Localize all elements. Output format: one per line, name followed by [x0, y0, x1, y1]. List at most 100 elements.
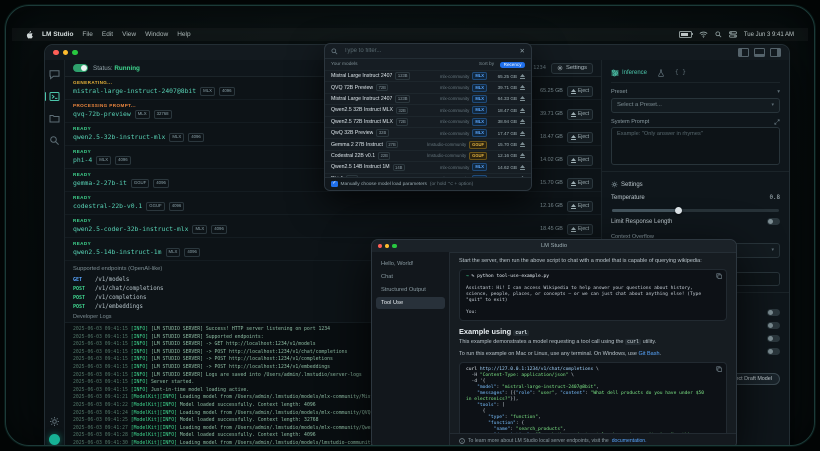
top-k-toggle[interactable]	[767, 322, 780, 329]
picker-model-row[interactable]: Codestral 22B v0.1 22B lmstudio-communit…	[325, 151, 531, 162]
picker-model-row[interactable]: Mistral Large Instruct 2407 123B mlx-com…	[325, 71, 531, 82]
control-center-icon[interactable]	[729, 31, 737, 38]
picker-format-badge: MLX	[472, 163, 487, 171]
eject-model-button[interactable]: Eject	[567, 155, 593, 166]
menu-item[interactable]: Window	[145, 31, 168, 38]
picker-publisher: mlx-community	[440, 85, 470, 90]
picker-eject-icon[interactable]	[520, 96, 525, 101]
lmstudio-home-button[interactable]	[49, 434, 60, 445]
system-prompt-input[interactable]	[611, 127, 780, 165]
my-models-icon[interactable]	[49, 113, 60, 124]
eject-model-button[interactable]: Eject	[567, 224, 593, 235]
picker-format-badge: MLX	[472, 118, 487, 126]
picker-model-size: 14.62 GB	[490, 165, 517, 170]
docs-sidebar-item[interactable]: Structured Output	[376, 284, 445, 296]
temperature-slider[interactable]	[612, 209, 779, 212]
model-format-badge: MLX	[96, 156, 111, 165]
limit-response-toggle[interactable]	[767, 218, 780, 225]
eject-model-button[interactable]: Eject	[567, 178, 593, 189]
model-format-badge: GGUF	[131, 179, 149, 188]
eject-model-button[interactable]: Eject	[567, 132, 593, 143]
model-format-badge: MLX	[166, 248, 181, 257]
model-search-input[interactable]	[342, 47, 516, 55]
menu-item[interactable]: LM Studio	[42, 31, 73, 38]
copy-icon[interactable]	[716, 366, 722, 372]
manual-load-checkbox[interactable]: ✓	[331, 181, 338, 188]
minimize-window-button[interactable]	[63, 50, 69, 56]
picker-params-badge: 123B	[395, 72, 410, 80]
menu-bar: LM Studio File Edit View Window Help Tue Jun …	[12, 28, 808, 41]
picker-model-row[interactable]: Qwen2.5 14B Instruct 1M 14B mlx-communit…	[325, 162, 531, 173]
menu-clock[interactable]: Tue Jun 3 9:41 AM	[744, 32, 794, 38]
battery-icon[interactable]	[679, 31, 692, 39]
zoom-window-button[interactable]	[72, 50, 78, 56]
picker-publisher: mlx-community	[440, 165, 470, 170]
chat-icon[interactable]	[49, 69, 60, 80]
min-p-toggle[interactable]	[767, 335, 780, 342]
model-row[interactable]: READY qwen2.5-coder-32b-instruct-mlx MLX…	[65, 215, 601, 238]
settings-gear-icon[interactable]	[49, 416, 60, 427]
endpoint-method: GET	[73, 277, 90, 283]
menu-item[interactable]: View	[122, 31, 136, 38]
repeat-penalty-toggle[interactable]	[767, 309, 780, 316]
picker-model-row[interactable]: Qwen2.5 72B Instruct MLX 72B mlx-communi…	[325, 117, 531, 128]
close-icon[interactable]: ✕	[520, 47, 525, 55]
menu-item[interactable]: Edit	[102, 31, 113, 38]
wifi-icon[interactable]	[699, 31, 708, 38]
discover-icon[interactable]	[49, 135, 60, 146]
picker-model-name: Mistral Large Instruct 2407	[331, 96, 392, 102]
picker-subheader: Your models Sort by Recency	[325, 59, 531, 71]
eject-model-button[interactable]: Eject	[567, 109, 593, 120]
your-models-label: Your models	[331, 62, 358, 67]
docs-sidebar-item[interactable]: Hello, World!	[376, 258, 445, 270]
model-row[interactable]: READY codestral-22b-v0.1 GGUF 4096 12.16…	[65, 192, 601, 215]
menu-item[interactable]: File	[82, 31, 92, 38]
toggle-left-panel-icon[interactable]	[738, 48, 749, 57]
picker-model-name: QVQ 72B Preview	[331, 85, 373, 91]
picker-eject-icon[interactable]	[520, 131, 525, 136]
docs-sidebar-item[interactable]: Chat	[376, 271, 445, 283]
copy-icon[interactable]	[716, 273, 722, 279]
server-toggle[interactable]	[73, 64, 88, 72]
picker-model-row[interactable]: QwQ 32B Preview 32B mlx-community MLX 17…	[325, 128, 531, 139]
sort-chip[interactable]: Recency	[500, 62, 525, 68]
picker-model-row[interactable]: Mistral Large Instruct 2407 123B mlx-com…	[325, 94, 531, 105]
menu-item[interactable]: Help	[177, 31, 190, 38]
eject-model-button[interactable]: Eject	[567, 201, 593, 212]
model-format-badge: MLX	[200, 87, 215, 96]
picker-eject-icon[interactable]	[520, 165, 525, 170]
picker-eject-icon[interactable]	[520, 153, 525, 158]
picker-eject-icon[interactable]	[520, 142, 525, 147]
picker-model-size: 64.33 GB	[490, 96, 517, 101]
sort-label: Sort by	[479, 62, 494, 67]
toggle-right-panel-icon[interactable]	[770, 48, 781, 57]
eject-model-button[interactable]: Eject	[567, 86, 593, 97]
expand-system-prompt-icon[interactable]	[774, 119, 780, 125]
documentation-link[interactable]: documentation.	[612, 438, 647, 444]
picker-eject-icon[interactable]	[520, 74, 525, 79]
picker-model-row[interactable]: Qwen2.5 32B Instruct MLX 32B mlx-communi…	[325, 105, 531, 116]
picker-model-row[interactable]: QVQ 72B Preview 72B mlx-community MLX 39…	[325, 82, 531, 93]
git-bash-link[interactable]: Git Bash	[638, 351, 659, 357]
preset-select[interactable]: Select a Preset...▾	[611, 98, 780, 113]
picker-eject-icon[interactable]	[520, 85, 525, 90]
toggle-bottom-panel-icon[interactable]	[754, 48, 765, 57]
model-context-badge: 4096	[219, 87, 235, 96]
close-window-button[interactable]	[53, 50, 59, 56]
top-p-toggle[interactable]	[767, 348, 780, 355]
developer-icon[interactable]	[49, 91, 60, 102]
search-icon	[331, 48, 338, 55]
server-settings-button[interactable]: Settings	[551, 63, 593, 74]
docs-sidebar-item[interactable]: Tool Use	[376, 297, 445, 309]
picker-params-badge: 22B	[378, 152, 390, 160]
picker-eject-icon[interactable]	[520, 108, 525, 113]
tab-experiment-flask-icon[interactable]	[657, 69, 665, 77]
apple-menu-icon[interactable]	[26, 31, 33, 39]
tab-code-braces-icon[interactable]: { }	[675, 69, 686, 76]
docs-footer: To learn more about LM Studio local serv…	[450, 433, 736, 446]
model-context-badge: 4096	[188, 133, 204, 142]
search-icon[interactable]	[715, 31, 722, 38]
picker-model-row[interactable]: Gemma 2 27B Instruct 27B lmstudio-commun…	[325, 139, 531, 150]
tab-inference[interactable]: Inference	[611, 69, 647, 77]
picker-eject-icon[interactable]	[520, 119, 525, 124]
